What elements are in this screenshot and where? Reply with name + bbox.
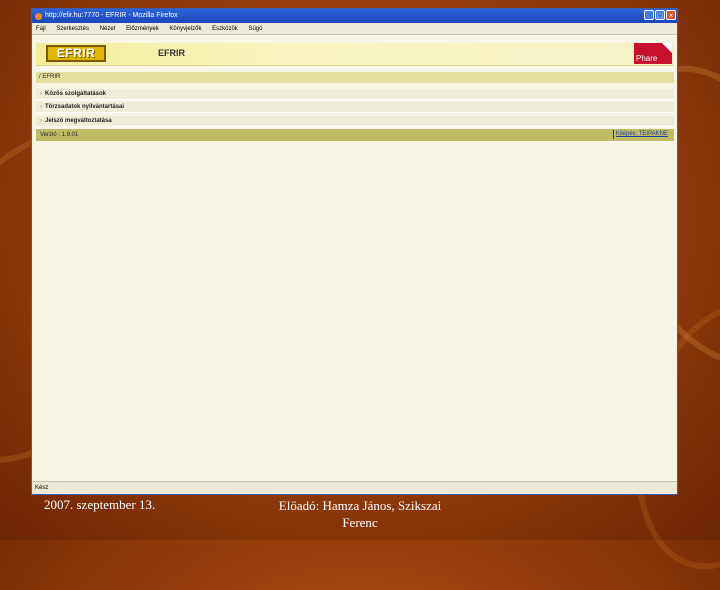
firefox-icon <box>35 12 42 20</box>
minimize-icon[interactable]: _ <box>644 10 654 20</box>
menu-help[interactable]: Súgó <box>248 26 262 32</box>
version-label: Verzió : 1.9.01 <box>40 132 79 138</box>
menu-item-common-services[interactable]: › Közös szolgáltatások <box>36 89 674 100</box>
app-statusline: Verzió : 1.9.01 Kilépés: TEIPAKNE <box>36 129 674 141</box>
arrow-right-icon: › <box>40 118 42 124</box>
menu-edit[interactable]: Szerkesztés <box>56 26 89 32</box>
app-banner: EFRIR EFRIR Phare <box>36 43 674 66</box>
menu-history[interactable]: Előzmények <box>126 26 159 32</box>
close-icon[interactable]: × <box>666 10 676 20</box>
window-title: http://efir.hu:7770 - EFRIR - Mozilla Fi… <box>45 12 178 19</box>
phare-logo-corner <box>662 43 672 53</box>
menu-item-master-data[interactable]: › Törzsadatok nyilvántartásai <box>36 102 674 113</box>
window-controls: _ □ × <box>643 10 676 24</box>
status-text: Kész <box>35 485 49 491</box>
banner-title: EFRIR <box>158 48 185 58</box>
menu-item-label: Jelszó megváltoztatása <box>45 118 112 124</box>
breadcrumb: / EFRIR <box>36 72 674 83</box>
window-titlebar[interactable]: http://efir.hu:7770 - EFRIR - Mozilla Fi… <box>32 9 677 23</box>
menu-item-change-password[interactable]: › Jelszó megváltoztatása <box>36 116 674 127</box>
footer-presenter: Előadó: Hamza János, Szikszai Ferenc <box>278 498 442 530</box>
logout-link[interactable]: Kilépés: TEIPAKNE <box>616 131 668 137</box>
browser-window: http://efir.hu:7770 - EFRIR - Mozilla Fi… <box>31 8 678 495</box>
maximize-icon[interactable]: □ <box>655 10 665 20</box>
arrow-right-icon: › <box>40 91 42 97</box>
menu-bookmarks[interactable]: Könyvjelzők <box>169 26 201 32</box>
browser-statusbar: Kész <box>32 481 677 494</box>
menu-tools[interactable]: Eszközök <box>212 26 238 32</box>
logout-area: Kilépés: TEIPAKNE <box>612 130 668 139</box>
menu-file[interactable]: Fájl <box>36 26 46 32</box>
menu-item-label: Törzsadatok nyilvántartásai <box>45 104 125 110</box>
menu-item-label: Közös szolgáltatások <box>45 91 107 97</box>
efrir-logo: EFRIR <box>46 45 106 62</box>
footer-date: 2007. szeptember 13. <box>44 497 156 512</box>
arrow-right-icon: › <box>40 104 42 110</box>
menu-view[interactable]: Nézet <box>100 26 116 32</box>
page-content: EFRIR EFRIR Phare / EFRIR › Közös szolgál… <box>32 36 677 481</box>
phare-logo-text: Phare <box>636 54 658 63</box>
phare-logo: Phare <box>634 43 672 64</box>
browser-menubar: Fájl Szerkesztés Nézet Előzmények Könyvj… <box>32 23 677 35</box>
